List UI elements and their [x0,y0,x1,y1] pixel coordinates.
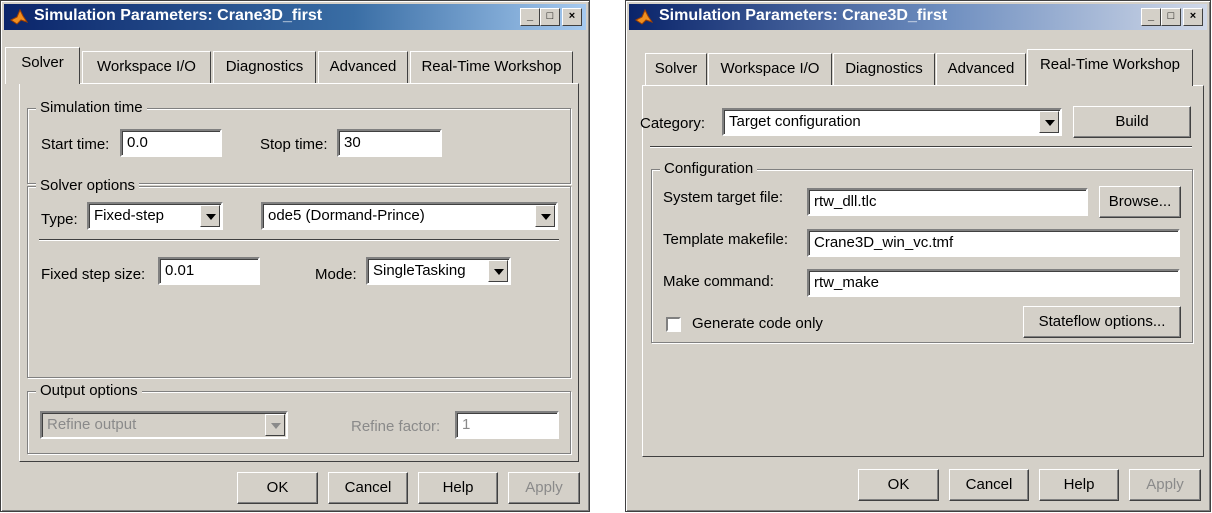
tab-advanced[interactable]: Advanced [936,53,1026,86]
close-icon[interactable]: × [562,8,582,26]
simulation-time-title: Simulation time [36,99,147,116]
stop-time-label: Stop time: [260,136,328,153]
apply-button[interactable]: Apply [508,472,580,504]
refine-output-value: Refine output [47,416,137,433]
maximize-icon[interactable]: □ [1161,8,1181,26]
category-value: Target configuration [729,113,861,130]
make-command-label: Make command: [663,273,774,290]
ok-button[interactable]: OK [237,472,318,504]
browse-button[interactable]: Browse... [1099,186,1181,218]
cancel-button[interactable]: Cancel [949,469,1029,501]
separator [39,239,559,241]
chevron-down-icon[interactable] [265,414,285,436]
mode-value: SingleTasking [373,262,466,279]
tab-diagnostics[interactable]: Diagnostics [833,53,935,86]
generate-code-only-label[interactable]: Generate code only [692,315,823,332]
stop-time-input[interactable]: 30 [337,129,442,157]
start-time-input[interactable]: 0.0 [120,129,222,157]
build-button[interactable]: Build [1073,106,1191,138]
start-time-label: Start time: [41,136,110,153]
ok-button[interactable]: OK [858,469,939,501]
simulation-parameters-window-right: Simulation Parameters: Crane3D_first _ □… [625,0,1211,512]
fixed-step-size-input[interactable]: 0.01 [158,257,260,285]
mode-select[interactable]: SingleTasking [366,257,511,285]
solver-select[interactable]: ode5 (Dormand-Prince) [261,202,558,230]
template-makefile-input[interactable]: Crane3D_win_vc.tmf [807,229,1180,257]
tab-advanced[interactable]: Advanced [318,51,408,84]
refine-factor-input[interactable]: 1 [455,411,559,439]
maximize-icon[interactable]: □ [540,8,560,26]
close-icon[interactable]: × [1183,8,1203,26]
window-title: Simulation Parameters: Crane3D_first [34,7,323,24]
refine-factor-label: Refine factor: [351,418,441,435]
tab-diagnostics[interactable]: Diagnostics [213,51,316,84]
window-title: Simulation Parameters: Crane3D_first [659,7,948,24]
system-target-file-input[interactable]: rtw_dll.tlc [807,188,1088,216]
category-label: Category: [640,115,706,132]
fixed-step-size-label: Fixed step size: [41,266,146,283]
mode-label: Mode: [315,266,357,283]
type-value: Fixed-step [94,207,165,224]
type-select[interactable]: Fixed-step [87,202,223,230]
matlab-logo-icon [10,8,28,25]
tab-solver[interactable]: Solver [645,53,707,86]
solver-value: ode5 (Dormand-Prince) [268,207,425,224]
category-select[interactable]: Target configuration [722,108,1062,136]
tab-real-time-workshop[interactable]: Real-Time Workshop [1027,49,1193,86]
chevron-down-icon[interactable] [1039,111,1059,133]
minimize-icon[interactable]: _ [520,8,540,26]
generate-code-only-checkbox[interactable] [666,317,681,332]
help-button[interactable]: Help [418,472,498,504]
template-makefile-label: Template makefile: [663,231,789,248]
output-options-title: Output options [36,382,142,399]
type-label: Type: [41,211,78,228]
solver-options-title: Solver options [36,177,140,194]
chevron-down-icon[interactable] [535,205,555,227]
title-bar[interactable]: Simulation Parameters: Crane3D_first _ □… [629,4,1207,30]
cancel-button[interactable]: Cancel [328,472,408,504]
stateflow-options-button[interactable]: Stateflow options... [1023,306,1181,338]
tab-solver[interactable]: Solver [5,47,80,84]
make-command-input[interactable]: rtw_make [807,269,1180,297]
tab-real-time-workshop[interactable]: Real-Time Workshop [410,51,573,84]
chevron-down-icon[interactable] [488,260,508,282]
chevron-down-icon[interactable] [200,205,220,227]
separator [650,146,1192,148]
configuration-title: Configuration [660,160,758,177]
refine-output-select[interactable]: Refine output [40,411,288,439]
title-bar[interactable]: Simulation Parameters: Crane3D_first _ □… [4,4,586,30]
help-button[interactable]: Help [1039,469,1119,501]
tab-workspace-io[interactable]: Workspace I/O [708,53,832,86]
apply-button[interactable]: Apply [1129,469,1201,501]
system-target-file-label: System target file: [663,189,784,206]
simulation-parameters-window-left: Simulation Parameters: Crane3D_first _ □… [0,0,590,512]
minimize-icon[interactable]: _ [1141,8,1161,26]
matlab-logo-icon [635,8,653,25]
tab-workspace-io[interactable]: Workspace I/O [82,51,211,84]
